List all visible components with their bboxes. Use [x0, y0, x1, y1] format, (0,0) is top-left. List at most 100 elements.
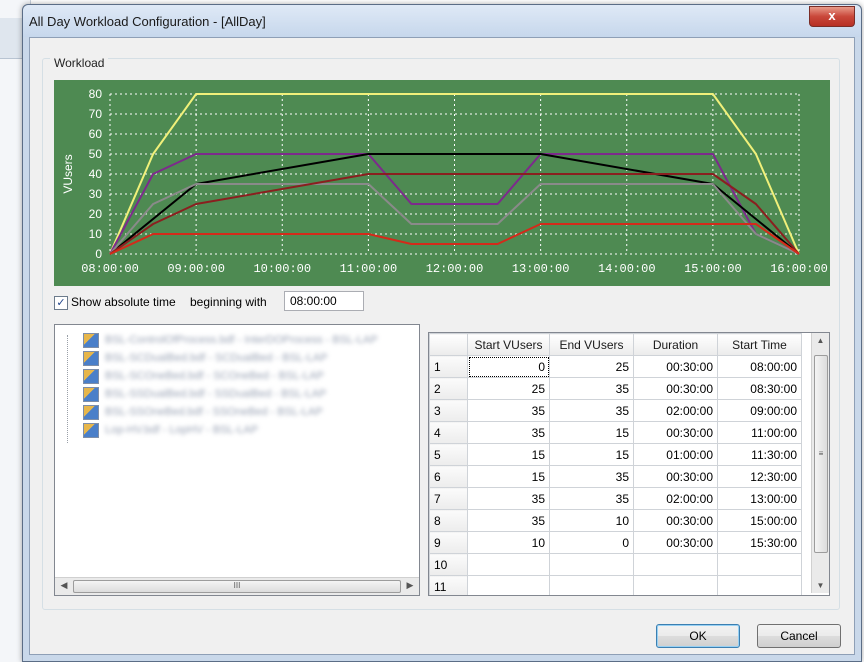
table-cell-end[interactable]: 35	[549, 487, 634, 510]
table-row[interactable]: 4 35 15 00:30:00 11:00:00	[429, 421, 802, 444]
y-tick-label: 40	[89, 167, 103, 181]
close-button[interactable]: x	[809, 6, 855, 27]
table-cell-end[interactable]: 10	[549, 509, 634, 532]
y-axis-label: VUsers	[61, 154, 75, 193]
tree-item-label: BSL-ControlOfProcess.bdf - InterDOProces…	[105, 334, 378, 346]
table-cell-duration[interactable]: 02:00:00	[633, 487, 718, 510]
row-number: 10	[429, 553, 468, 576]
table-cell-time[interactable]: 08:00:00	[717, 355, 802, 378]
tree-horizontal-scrollbar[interactable]: ◀ III ▶	[55, 577, 419, 595]
window-title: All Day Workload Configuration - [AllDay…	[29, 14, 266, 29]
table-cell-duration[interactable]: 00:30:00	[633, 509, 718, 532]
row-number: 5	[429, 443, 468, 466]
table-row[interactable]: 5 15 15 01:00:00 11:30:00	[429, 443, 802, 466]
column-header[interactable]: Start Time	[717, 333, 802, 356]
table-cell-duration[interactable]	[633, 575, 718, 595]
row-number: 4	[429, 421, 468, 444]
table-cell-end[interactable]	[549, 553, 634, 576]
table-cell-time[interactable]	[717, 553, 802, 576]
start-time-input[interactable]: 08:00:00	[284, 291, 364, 311]
table-cell-end[interactable]	[549, 575, 634, 595]
x-tick-label: 09:00:00	[167, 262, 225, 276]
row-number: 3	[429, 399, 468, 422]
scroll-right-icon[interactable]: ▶	[403, 580, 417, 591]
table-row[interactable]: 2 25 35 00:30:00 08:30:00	[429, 377, 802, 400]
table-row[interactable]: 11	[429, 575, 802, 595]
table-cell-start[interactable]: 25	[467, 377, 550, 400]
table-cell-end[interactable]: 15	[549, 443, 634, 466]
column-header[interactable]: Start VUsers	[467, 333, 550, 356]
y-tick-label: 60	[89, 127, 103, 141]
ok-button[interactable]: OK	[656, 624, 740, 648]
table-cell-start[interactable]	[467, 553, 550, 576]
table-cell-time[interactable]: 15:30:00	[717, 531, 802, 554]
table-cell-end[interactable]: 35	[549, 399, 634, 422]
table-cell-end[interactable]: 25	[549, 355, 634, 378]
table-cell-start[interactable]: 35	[467, 509, 550, 532]
tree-scroll-thumb[interactable]: III	[73, 580, 401, 593]
table-row[interactable]: 7 35 35 02:00:00 13:00:00	[429, 487, 802, 510]
table-cell-end[interactable]: 35	[549, 465, 634, 488]
show-absolute-time-checkbox[interactable]: ✓	[54, 296, 68, 310]
table-cell-start[interactable]: 15	[467, 443, 550, 466]
table-cell-time[interactable]: 08:30:00	[717, 377, 802, 400]
grid-vertical-scrollbar[interactable]: ▲ ≡ ▼	[811, 333, 829, 593]
table-row[interactable]: 8 35 10 00:30:00 15:00:00	[429, 509, 802, 532]
table-cell-start[interactable]: 35	[467, 399, 550, 422]
table-cell-time[interactable]: 11:30:00	[717, 443, 802, 466]
chart-svg: 0 10 20 30 40 50 60 70 80 08:00:00 09:00:00 10:00:0…	[61, 87, 828, 276]
table-row[interactable]: 9 10 0 00:30:00 15:30:00	[429, 531, 802, 554]
y-tick-label: 80	[89, 87, 103, 101]
table-cell-duration[interactable]: 00:30:00	[633, 421, 718, 444]
table-cell-start[interactable]: 35	[467, 421, 550, 444]
column-header[interactable]: Duration	[633, 333, 718, 356]
y-tick-label: 0	[95, 247, 102, 261]
table-row[interactable]: 1 0 25 00:30:00 08:00:00	[429, 355, 802, 378]
table-cell-duration[interactable]: 02:00:00	[633, 399, 718, 422]
table-cell-time[interactable]: 11:00:00	[717, 421, 802, 444]
row-header-corner[interactable]	[429, 333, 468, 356]
table-cell-start[interactable]: 35	[467, 487, 550, 510]
y-tick-label: 30	[89, 187, 103, 201]
table-cell-time[interactable]: 09:00:00	[717, 399, 802, 422]
table-cell-time[interactable]	[717, 575, 802, 595]
table-row[interactable]: 3 35 35 02:00:00 09:00:00	[429, 399, 802, 422]
table-cell-duration[interactable]: 00:30:00	[633, 355, 718, 378]
scroll-down-icon[interactable]: ▼	[814, 581, 827, 590]
x-tick-label: 12:00:00	[426, 262, 484, 276]
script-file-icon	[83, 405, 99, 420]
table-cell-end[interactable]: 35	[549, 377, 634, 400]
table-cell-duration[interactable]: 00:30:00	[633, 465, 718, 488]
table-cell-time[interactable]: 13:00:00	[717, 487, 802, 510]
row-number: 9	[429, 531, 468, 554]
table-cell-start[interactable]: 10	[467, 531, 550, 554]
column-header[interactable]: End VUsers	[549, 333, 634, 356]
table-cell-duration[interactable]: 00:30:00	[633, 531, 718, 554]
table-cell-start[interactable]: 0	[467, 355, 550, 378]
scroll-left-icon[interactable]: ◀	[57, 580, 71, 591]
row-number: 8	[429, 509, 468, 532]
x-tick-label: 16:00:00	[770, 262, 828, 276]
table-cell-time[interactable]: 12:30:00	[717, 465, 802, 488]
table-row[interactable]: 6 15 35 00:30:00 12:30:00	[429, 465, 802, 488]
workload-dialog: All Day Workload Configuration - [AllDay…	[22, 4, 862, 662]
x-tick-label: 11:00:00	[340, 262, 398, 276]
y-tick-label: 70	[89, 107, 103, 121]
title-bar[interactable]: All Day Workload Configuration - [AllDay…	[23, 5, 861, 37]
table-cell-time[interactable]: 15:00:00	[717, 509, 802, 532]
table-cell-end[interactable]: 0	[549, 531, 634, 554]
table-cell-start[interactable]: 15	[467, 465, 550, 488]
grid-scroll-thumb[interactable]: ≡	[814, 355, 828, 553]
workload-group-label: Workload	[50, 56, 109, 70]
scroll-up-icon[interactable]: ▲	[814, 336, 827, 345]
table-cell-duration[interactable]	[633, 553, 718, 576]
table-cell-duration[interactable]: 00:30:00	[633, 377, 718, 400]
y-tick-label: 10	[89, 227, 103, 241]
table-cell-end[interactable]: 15	[549, 421, 634, 444]
table-cell-start[interactable]	[467, 575, 550, 595]
table-cell-duration[interactable]: 01:00:00	[633, 443, 718, 466]
x-tick-label: 15:00:00	[684, 262, 742, 276]
cancel-button[interactable]: Cancel	[757, 624, 841, 648]
x-tick-label: 13:00:00	[512, 262, 570, 276]
table-row[interactable]: 10	[429, 553, 802, 576]
